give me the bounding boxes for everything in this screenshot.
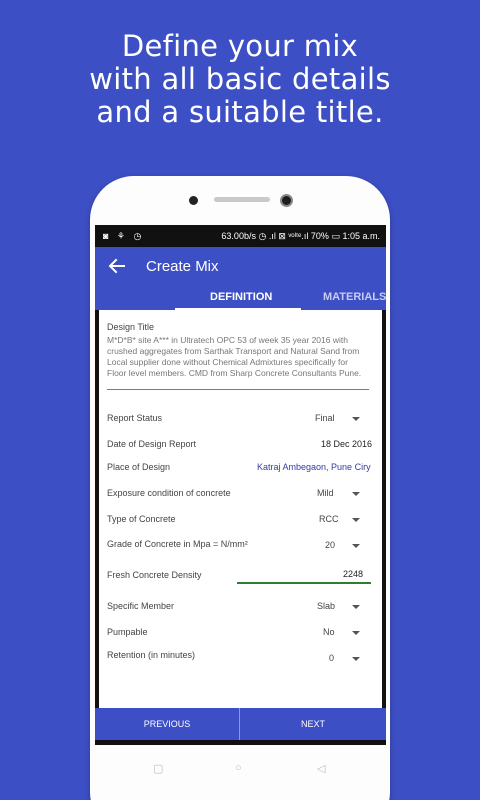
exposure-condition-label: Exposure condition of concrete xyxy=(107,488,231,498)
recent-apps-icon[interactable]: ▢ xyxy=(153,762,163,775)
sensor-icon xyxy=(189,196,198,205)
date-of-design-label: Date of Design Report xyxy=(107,439,197,449)
clock: 1:05 a.m. xyxy=(342,231,380,241)
pumpable-select[interactable]: No xyxy=(323,627,335,637)
battery-icon: ▭ xyxy=(331,231,340,241)
definition-form: Design Title M*D*B* site A*** in Ultrate… xyxy=(99,310,382,708)
bottom-navigation: PREVIOUS NEXT xyxy=(95,708,386,740)
network-speed: 63.00b/s xyxy=(221,231,256,241)
tab-materials[interactable]: MATERIALS xyxy=(323,291,386,303)
front-camera-icon xyxy=(280,194,293,207)
headline-line-3: and a suitable title. xyxy=(96,95,384,129)
marketing-headline: Define your mix with all basic details a… xyxy=(0,30,480,129)
retention-label: Retention (in minutes) xyxy=(107,650,196,660)
type-of-concrete-select[interactable]: RCC xyxy=(319,514,339,524)
fresh-density-label: Fresh Concrete Density xyxy=(107,570,202,580)
back-icon[interactable]: ◁ xyxy=(317,762,325,775)
type-of-concrete-label: Type of Concrete xyxy=(107,514,176,524)
previous-button[interactable]: PREVIOUS xyxy=(95,708,239,740)
grade-of-concrete-select[interactable]: 20 xyxy=(325,540,335,550)
speaker-grille xyxy=(214,197,270,202)
signal-icons: ◷ .ıl ⊠ ᵛᵒˡᵗᵉ.ıl xyxy=(258,231,309,241)
place-of-design-value[interactable]: Katraj Ambegaon, Pune Ciry xyxy=(257,462,371,472)
status-right-group: 63.00b/s ◷ .ıl ⊠ ᵛᵒˡᵗᵉ.ıl 70% ▭ 1:05 a.m… xyxy=(221,231,380,242)
page-title: Create Mix xyxy=(146,258,219,275)
fresh-density-input[interactable]: 2248 xyxy=(343,569,363,579)
status-bar: ◙ ⚘ ◷ 63.00b/s ◷ .ıl ⊠ ᵛᵒˡᵗᵉ.ıl 70% ▭ 1:… xyxy=(95,225,386,247)
phone-screen: ◙ ⚘ ◷ 63.00b/s ◷ .ıl ⊠ ᵛᵒˡᵗᵉ.ıl 70% ▭ 1:… xyxy=(95,225,386,745)
pumpable-dropdown-icon[interactable] xyxy=(352,631,360,635)
design-title-underline xyxy=(107,389,369,390)
type-dropdown-icon[interactable] xyxy=(352,518,360,522)
retention-select[interactable]: 0 xyxy=(329,653,334,663)
report-status-select[interactable]: Final xyxy=(315,413,335,423)
fresh-density-underline xyxy=(237,582,371,584)
battery-percent: 70% xyxy=(310,231,329,241)
notification-icons: ◙ ⚘ ◷ xyxy=(103,231,145,241)
place-of-design-label: Place of Design xyxy=(107,462,171,472)
headline-line-1: Define your mix xyxy=(121,29,359,63)
report-status-dropdown-icon[interactable] xyxy=(352,417,360,421)
headline-line-2: with all basic details xyxy=(89,62,391,96)
grade-dropdown-icon[interactable] xyxy=(352,544,360,548)
pumpable-label: Pumpable xyxy=(107,627,148,637)
exposure-dropdown-icon[interactable] xyxy=(352,492,360,496)
report-status-label: Report Status xyxy=(107,413,163,423)
date-of-design-value[interactable]: 18 Dec 2016 xyxy=(321,439,372,449)
arrow-left-icon[interactable] xyxy=(107,256,127,276)
button-divider xyxy=(239,708,240,740)
specific-member-select[interactable]: Slab xyxy=(317,601,335,611)
next-button[interactable]: NEXT xyxy=(241,708,385,740)
design-title-label: Design Title xyxy=(107,322,155,332)
retention-dropdown-icon[interactable] xyxy=(352,657,360,661)
home-icon[interactable]: ○ xyxy=(235,762,242,774)
grade-of-concrete-label: Grade of Concrete in Mpa = N/mm² xyxy=(107,539,248,549)
member-dropdown-icon[interactable] xyxy=(352,605,360,609)
design-title-input[interactable]: M*D*B* site A*** in Ultratech OPC 53 of … xyxy=(107,335,369,379)
tab-definition[interactable]: DEFINITION xyxy=(210,291,272,303)
exposure-condition-select[interactable]: Mild xyxy=(317,488,334,498)
app-bar: Create Mix DEFINITION MATERIALS xyxy=(95,247,386,310)
specific-member-label: Specific Member xyxy=(107,601,175,611)
